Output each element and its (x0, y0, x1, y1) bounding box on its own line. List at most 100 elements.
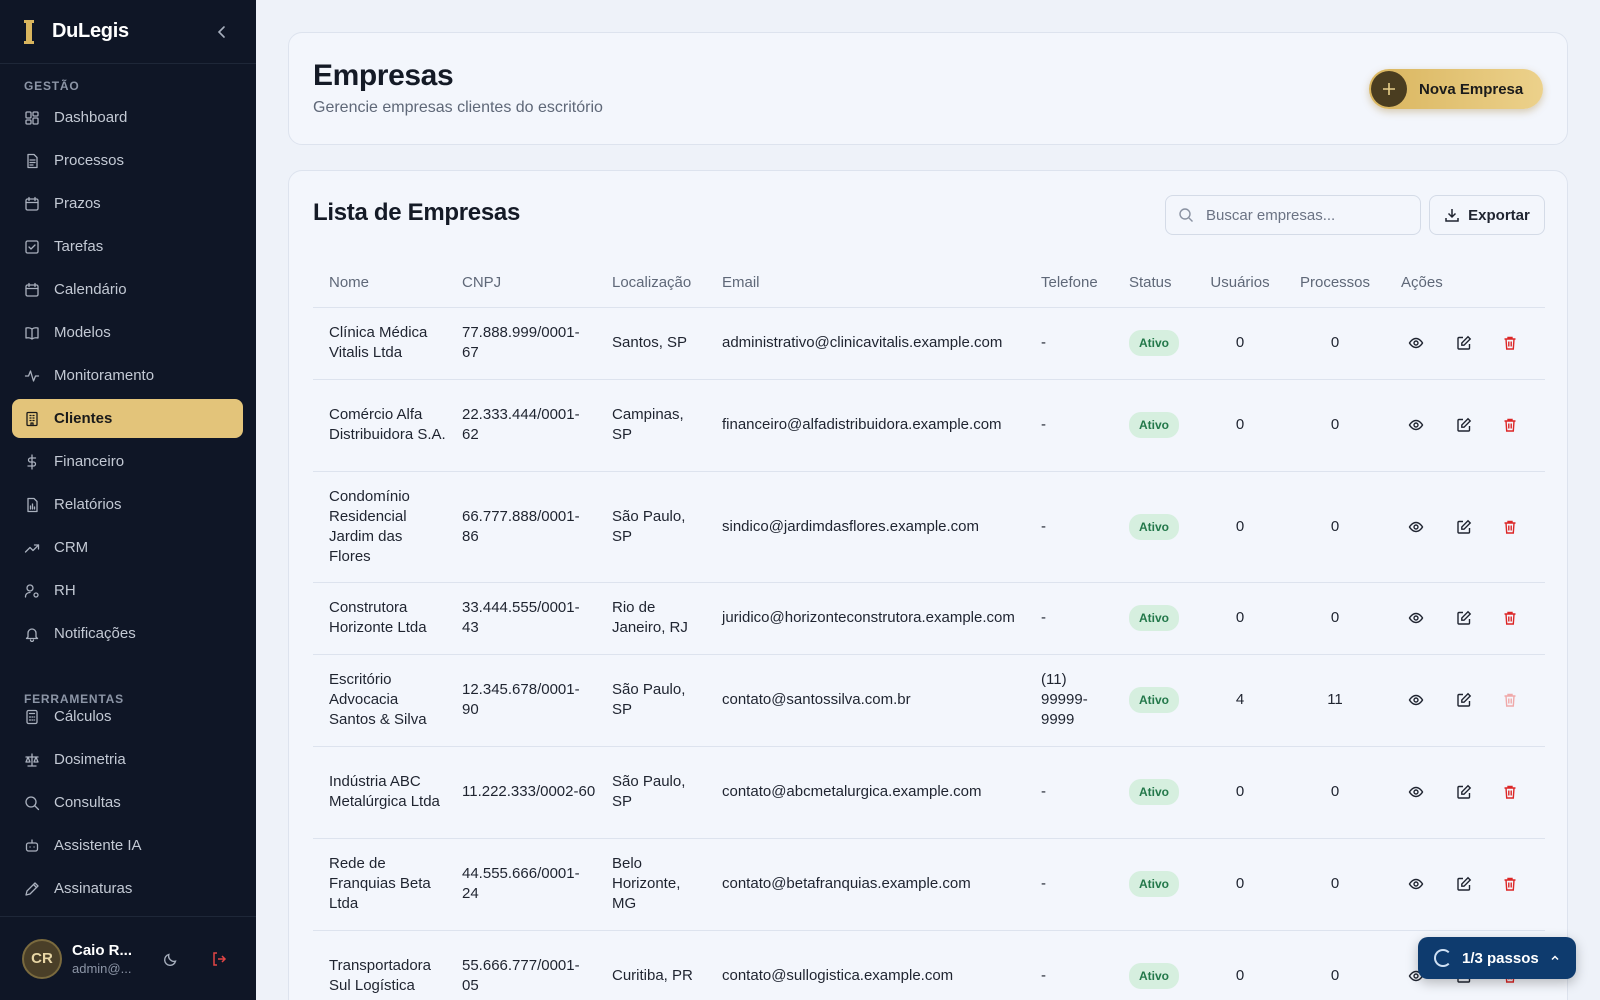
view-icon[interactable] (1404, 413, 1428, 437)
document-icon (24, 153, 40, 169)
sidebar-item-prazos[interactable]: Prazos (12, 184, 243, 223)
column-header-email[interactable]: Email (706, 259, 1025, 308)
sidebar-item-calculos[interactable]: Cálculos (12, 697, 243, 736)
table-row[interactable]: Clínica Médica Vitalis Ltda 77.888.999/00… (313, 307, 1545, 380)
cell-status: Ativo (1113, 746, 1195, 839)
sidebar-item-crm[interactable]: CRM (12, 528, 243, 567)
edit-icon[interactable] (1452, 413, 1476, 437)
cell-nome: Comércio Alfa Distribuidora S.A. (313, 379, 446, 472)
export-button[interactable]: Exportar (1429, 195, 1545, 235)
moon-icon[interactable] (161, 949, 181, 969)
sidebar-item-label: Monitoramento (54, 367, 155, 384)
cell-nome: Condomínio Residencial Jardim das Flores (313, 471, 446, 583)
sidebar-item-assinaturas[interactable]: Assinaturas (12, 869, 243, 908)
cell-acoes (1385, 471, 1545, 583)
sidebar-item-consultas[interactable]: Consultas (12, 783, 243, 822)
cell-processos: 0 (1285, 471, 1385, 583)
cell-acoes (1385, 379, 1545, 472)
column-header-processos[interactable]: Processos (1285, 259, 1385, 308)
pen-icon (24, 881, 40, 897)
edit-icon[interactable] (1452, 780, 1476, 804)
sidebar-item-notificacoes[interactable]: Notificações (12, 614, 243, 653)
cell-telefone: - (1025, 471, 1113, 583)
brand: DuLegis (0, 0, 256, 64)
column-header-nome[interactable]: Nome (313, 259, 446, 308)
pillar-logo-icon (24, 19, 34, 44)
column-header-telefone[interactable]: Telefone (1025, 259, 1113, 308)
delete-icon[interactable] (1498, 413, 1522, 437)
cell-status: Ativo (1113, 654, 1195, 747)
status-badge: Ativo (1129, 871, 1179, 897)
view-icon[interactable] (1404, 606, 1428, 630)
cell-nome: Escritório Advocacia Santos & Silva (313, 654, 446, 747)
column-header-localizacao[interactable]: Localização (596, 259, 706, 308)
onboarding-steps-button[interactable]: 1/3 passos (1418, 937, 1576, 979)
delete-icon[interactable] (1498, 606, 1522, 630)
sidebar-item-financeiro[interactable]: Financeiro (12, 442, 243, 481)
delete-icon[interactable] (1498, 872, 1522, 896)
edit-icon[interactable] (1452, 688, 1476, 712)
cell-nome: Indústria ABC Metalúrgica Ltda (313, 746, 446, 839)
user-cog-icon (24, 583, 40, 599)
view-icon[interactable] (1404, 515, 1428, 539)
sidebar-item-relatorios[interactable]: Relatórios (12, 485, 243, 524)
delete-icon (1498, 688, 1522, 712)
column-header-status[interactable]: Status (1113, 259, 1195, 308)
cell-status: Ativo (1113, 582, 1195, 655)
search-box[interactable] (1165, 195, 1421, 235)
user-name: Caio R... (72, 941, 133, 959)
page-subtitle: Gerencie empresas clientes do escritório (313, 99, 603, 116)
sidebar-item-processos[interactable]: Processos (12, 141, 243, 180)
new-company-button[interactable]: Nova Empresa (1369, 69, 1543, 109)
sidebar-item-clientes[interactable]: Clientes (12, 399, 243, 438)
sidebar-item-assistente-ia[interactable]: Assistente IA (12, 826, 243, 865)
cell-cnpj: 55.666.777/0001-05 (446, 930, 596, 1000)
table-row[interactable]: Transportadora Sul Logística 55.666.777/0… (313, 930, 1545, 1000)
sidebar-item-monitoramento[interactable]: Monitoramento (12, 356, 243, 395)
edit-icon[interactable] (1452, 331, 1476, 355)
cell-usuarios: 0 (1195, 746, 1285, 839)
cell-usuarios: 0 (1195, 379, 1285, 472)
sidebar-item-rh[interactable]: RH (12, 571, 243, 610)
table-row[interactable]: Condomínio Residencial Jardim das Flores… (313, 471, 1545, 583)
table-row[interactable]: Rede de Franquias Beta Ltda 44.555.666/00… (313, 838, 1545, 931)
companies-table: Nome CNPJ Localização Email Telefone Sta… (313, 259, 1545, 1000)
edit-icon[interactable] (1452, 515, 1476, 539)
avatar[interactable]: CR (22, 938, 62, 979)
column-header-cnpj[interactable]: CNPJ (446, 259, 596, 308)
cell-email: contato@betafranquias.example.com (706, 838, 1025, 931)
column-header-usuarios[interactable]: Usuários (1195, 259, 1285, 308)
cell-telefone: - (1025, 307, 1113, 380)
cell-usuarios: 0 (1195, 838, 1285, 931)
view-icon[interactable] (1404, 872, 1428, 896)
sidebar-item-modelos[interactable]: Modelos (12, 313, 243, 352)
view-icon[interactable] (1404, 688, 1428, 712)
view-icon[interactable] (1404, 331, 1428, 355)
logout-icon[interactable] (209, 949, 229, 969)
table-row[interactable]: Construtora Horizonte Ltda 33.444.555/000… (313, 582, 1545, 655)
sidebar-item-label: Assistente IA (54, 837, 142, 854)
cell-usuarios: 0 (1195, 307, 1285, 380)
delete-icon[interactable] (1498, 780, 1522, 804)
calendar-icon (24, 196, 40, 212)
edit-icon[interactable] (1452, 606, 1476, 630)
bot-icon (24, 838, 40, 854)
view-icon[interactable] (1404, 780, 1428, 804)
table-row[interactable]: Indústria ABC Metalúrgica Ltda 11.222.333… (313, 746, 1545, 839)
delete-icon[interactable] (1498, 331, 1522, 355)
sidebar-item-label: Consultas (54, 794, 121, 811)
sidebar-item-tarefas[interactable]: Tarefas (12, 227, 243, 266)
delete-icon[interactable] (1498, 515, 1522, 539)
collapse-sidebar-icon[interactable] (212, 22, 232, 42)
table-row[interactable]: Comércio Alfa Distribuidora S.A. 22.333.4… (313, 379, 1545, 472)
cell-localizacao: Rio de Janeiro, RJ (596, 582, 706, 655)
cell-cnpj: 33.444.555/0001-43 (446, 582, 596, 655)
search-input[interactable] (1206, 206, 1406, 224)
bell-icon (24, 626, 40, 642)
table-row[interactable]: Escritório Advocacia Santos & Silva 12.34… (313, 654, 1545, 747)
sidebar-item-dosimetria[interactable]: Dosimetria (12, 740, 243, 779)
edit-icon[interactable] (1452, 872, 1476, 896)
sidebar-item-calendario[interactable]: Calendário (12, 270, 243, 309)
cell-telefone: - (1025, 930, 1113, 1000)
sidebar-item-dashboard[interactable]: Dashboard (12, 98, 243, 137)
